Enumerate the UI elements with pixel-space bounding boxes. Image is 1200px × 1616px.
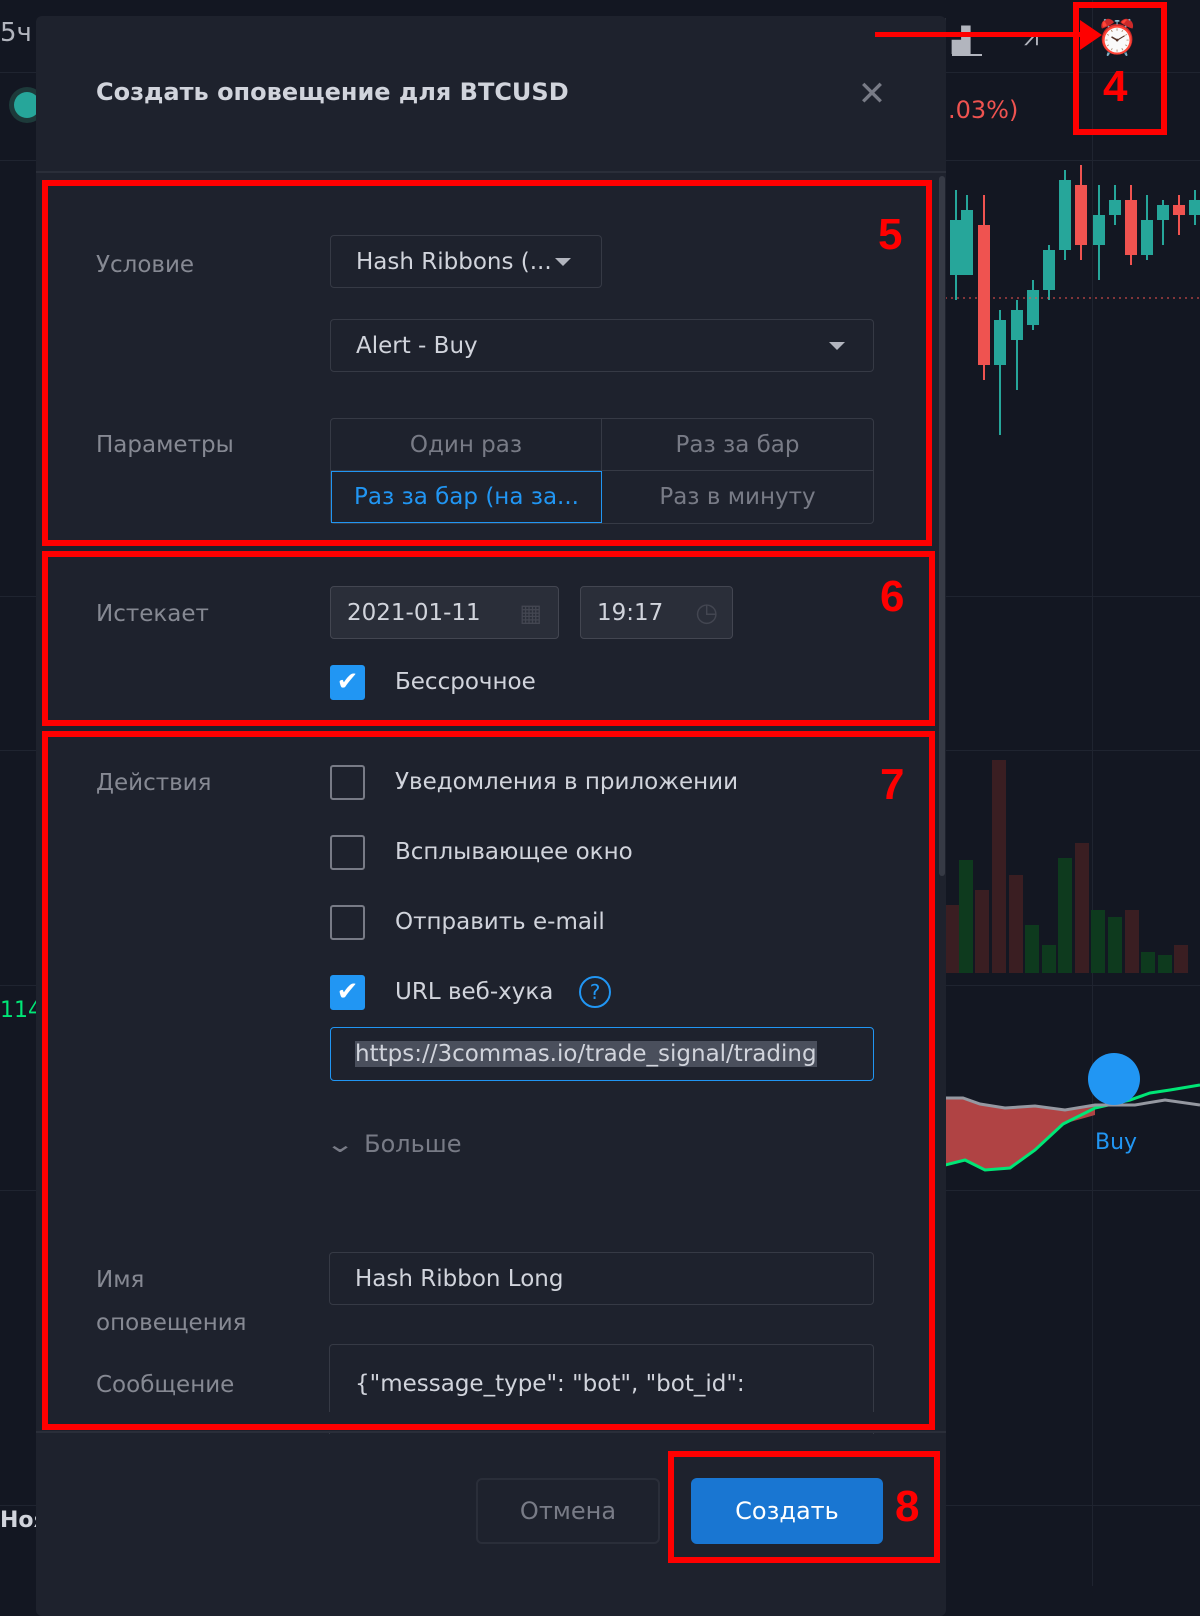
cancel-button[interactable]: Отмена: [476, 1478, 660, 1544]
annotation-box-7: [42, 731, 935, 1430]
candle-body: [1059, 180, 1071, 250]
annotation-number-5: 5: [878, 210, 903, 259]
annotation-box-6: [42, 551, 935, 726]
candle-body: [1027, 290, 1039, 325]
candle-body: [1125, 200, 1137, 255]
annotation-box-5: [42, 180, 932, 546]
candle-body: [1043, 250, 1055, 290]
volume-bar: [1042, 945, 1056, 973]
candle-body: [1075, 185, 1087, 245]
candle-body: [1173, 205, 1185, 215]
volume-bar: [1025, 925, 1039, 973]
volume-bar: [1009, 875, 1023, 973]
buy-signal-marker: [1088, 1053, 1140, 1105]
volume-bar: [1141, 952, 1155, 973]
candle-body: [961, 210, 973, 275]
volume-bar: [975, 890, 989, 973]
volume-bar: [945, 905, 959, 973]
volume-bar: [992, 760, 1006, 973]
annotation-number-7: 7: [880, 760, 905, 809]
volume-bar: [1075, 843, 1089, 973]
candle-body: [1109, 200, 1121, 215]
annotation-number-4: 4: [1103, 62, 1128, 111]
annotation-number-6: 6: [880, 572, 905, 621]
price-chart: Buy: [945, 0, 1200, 1586]
candle-body: [1141, 220, 1153, 255]
dialog-title: Создать оповещение для BTCUSD: [96, 78, 569, 106]
candle-body: [978, 225, 990, 365]
candle-body: [1189, 200, 1200, 215]
candle-body: [950, 220, 962, 275]
candle-body: [1093, 215, 1105, 245]
volume-bar: [1174, 945, 1188, 973]
timeframe-label[interactable]: 5ч: [0, 18, 32, 48]
volume-bar: [1125, 910, 1139, 973]
volume-bar: [959, 860, 973, 973]
annotation-number-8: 8: [895, 1482, 920, 1531]
candle-body: [1157, 205, 1169, 220]
close-icon[interactable]: ✕: [854, 76, 890, 112]
candle-body: [1011, 310, 1023, 340]
scrollbar[interactable]: [939, 176, 945, 876]
buy-label: Buy: [1095, 1130, 1138, 1155]
annotation-arrow: [875, 32, 1095, 37]
volume-bar: [1158, 955, 1172, 973]
volume-bar: [1091, 910, 1105, 973]
volume-bar: [1108, 917, 1122, 973]
volume-bar: [1058, 858, 1072, 973]
candle-body: [994, 320, 1006, 365]
